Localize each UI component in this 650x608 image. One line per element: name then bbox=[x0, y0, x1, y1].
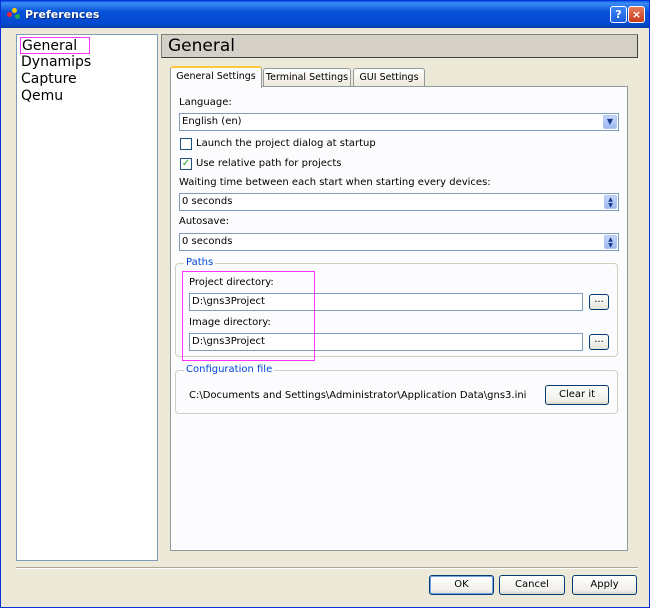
apply-button[interactable]: Apply bbox=[572, 575, 637, 595]
spin-down-icon[interactable]: ▼ bbox=[605, 203, 616, 209]
wait-time-spinbox[interactable]: 0 seconds ▲ ▼ bbox=[179, 193, 619, 211]
autosave-spinbox[interactable]: 0 seconds ▲ ▼ bbox=[179, 233, 619, 251]
window-title: Preferences bbox=[25, 8, 100, 21]
general-settings-panel: Language: English (en) ▼ Launch the proj… bbox=[170, 86, 628, 551]
nav-item-qemu[interactable]: Qemu bbox=[20, 88, 63, 105]
category-list[interactable]: General Dynamips Capture Qemu bbox=[16, 34, 158, 561]
cancel-button[interactable]: Cancel bbox=[499, 575, 565, 595]
app-icon bbox=[7, 8, 21, 20]
configuration-file-group: Configuration file C:\Documents and Sett… bbox=[175, 364, 618, 414]
autosave-label: Autosave: bbox=[179, 216, 229, 227]
title-bar[interactable]: Preferences ? × bbox=[1, 1, 649, 28]
configuration-file-path: C:\Documents and Settings\Administrator\… bbox=[189, 390, 527, 401]
spin-arrows-icon[interactable]: ▲ ▼ bbox=[604, 195, 617, 209]
autosave-value: 0 seconds bbox=[182, 236, 233, 247]
clear-config-button[interactable]: Clear it bbox=[545, 385, 609, 405]
ok-button[interactable]: OK bbox=[429, 575, 494, 595]
nav-item-dynamips[interactable]: Dynamips bbox=[20, 54, 91, 71]
close-button[interactable]: × bbox=[628, 6, 645, 23]
divider bbox=[16, 567, 638, 569]
paths-highlight-box bbox=[182, 271, 315, 361]
spin-down-icon[interactable]: ▼ bbox=[605, 243, 616, 249]
launch-dialog-label: Launch the project dialog at startup bbox=[196, 138, 376, 149]
help-button[interactable]: ? bbox=[610, 6, 627, 23]
tab-gui-settings[interactable]: GUI Settings bbox=[353, 68, 425, 87]
relative-path-label: Use relative path for projects bbox=[196, 158, 342, 169]
preferences-window: Preferences ? × General Dynamips Capture… bbox=[0, 0, 650, 608]
tab-general-settings[interactable]: General Settings bbox=[170, 66, 262, 88]
language-value: English (en) bbox=[182, 116, 242, 127]
relative-path-checkbox[interactable]: ✓ bbox=[180, 158, 192, 170]
paths-group-title: Paths bbox=[184, 257, 216, 268]
paths-group: Paths Project directory: D:\gns3Project … bbox=[175, 257, 618, 361]
image-directory-browse-button[interactable]: ... bbox=[589, 334, 609, 350]
chevron-down-icon[interactable]: ▼ bbox=[603, 115, 617, 129]
spin-arrows-icon[interactable]: ▲ ▼ bbox=[604, 235, 617, 249]
launch-dialog-checkbox[interactable] bbox=[180, 138, 192, 150]
language-select[interactable]: English (en) ▼ bbox=[179, 113, 619, 131]
nav-item-general[interactable]: General bbox=[20, 37, 90, 54]
wait-time-value: 0 seconds bbox=[182, 196, 233, 207]
page-title: General bbox=[161, 34, 638, 58]
nav-item-capture[interactable]: Capture bbox=[20, 71, 77, 88]
project-directory-browse-button[interactable]: ... bbox=[589, 294, 609, 310]
tab-terminal-settings[interactable]: Terminal Settings bbox=[263, 68, 351, 87]
configuration-file-title: Configuration file bbox=[184, 364, 275, 375]
wait-time-label: Waiting time between each start when sta… bbox=[179, 177, 491, 188]
language-label: Language: bbox=[179, 97, 232, 108]
